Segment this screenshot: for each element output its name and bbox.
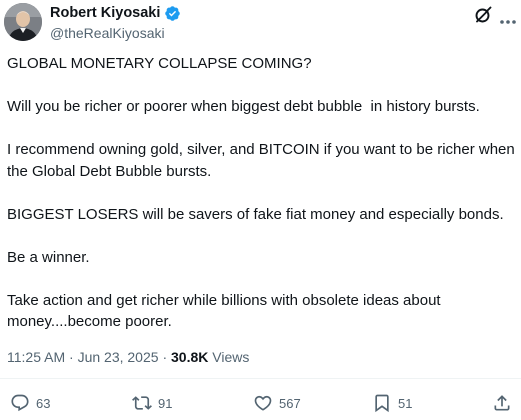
meta-separator: · [162, 349, 168, 365]
grok-icon[interactable] [473, 5, 493, 25]
share-icon [492, 393, 512, 413]
like-count: 567 [279, 395, 301, 411]
post-time[interactable]: 11:25 AM [7, 349, 65, 365]
avatar-image [4, 3, 42, 41]
post-paragraph: GLOBAL MONETARY COLLAPSE COMING? [7, 55, 312, 72]
views-count[interactable]: 30.8K [171, 349, 208, 365]
post-card: Robert Kiyosaki @theRealKiyosaki GLOBAL … [0, 0, 521, 420]
post-paragraph: BIGGEST LOSERS will be savers of fake fi… [7, 205, 504, 223]
bookmark-icon [372, 393, 392, 413]
reply-icon [10, 393, 30, 413]
repost-button[interactable]: 91 [132, 393, 172, 413]
verified-badge-icon [164, 5, 181, 22]
post-paragraph: I recommend owning gold, silver, and BIT… [7, 141, 519, 180]
post-paragraph: Will you be richer or poorer when bigges… [7, 98, 480, 115]
bookmark-button[interactable]: 51 [372, 393, 412, 413]
more-icon[interactable] [499, 12, 517, 24]
post-text: GLOBAL MONETARY COLLAPSE COMING? Will yo… [7, 53, 515, 333]
divider [0, 378, 521, 379]
meta-separator: · [69, 349, 74, 365]
bookmark-count: 51 [398, 395, 413, 411]
handle[interactable]: @theRealKiyosaki [50, 25, 181, 41]
heart-icon [253, 393, 273, 413]
display-name[interactable]: Robert Kiyosaki [50, 5, 160, 21]
post-meta: 11:25 AM · Jun 23, 2025 · 30.8K Views [7, 349, 249, 365]
avatar[interactable] [4, 3, 42, 41]
repost-count: 91 [158, 395, 173, 411]
action-bar: 63 91 567 51 [0, 393, 521, 419]
repost-icon [132, 393, 152, 413]
post-paragraph: Take action and get richer while billion… [7, 291, 445, 331]
like-button[interactable]: 567 [253, 393, 301, 413]
post-date[interactable]: Jun 23, 2025 [78, 349, 159, 365]
views-label: Views [212, 349, 250, 365]
reply-count: 63 [36, 395, 51, 411]
reply-button[interactable]: 63 [10, 393, 50, 413]
post-paragraph: Be a winner. [7, 248, 90, 266]
share-button[interactable] [492, 393, 512, 413]
name-row: Robert Kiyosaki [50, 4, 181, 22]
author-info: Robert Kiyosaki @theRealKiyosaki [50, 4, 181, 41]
